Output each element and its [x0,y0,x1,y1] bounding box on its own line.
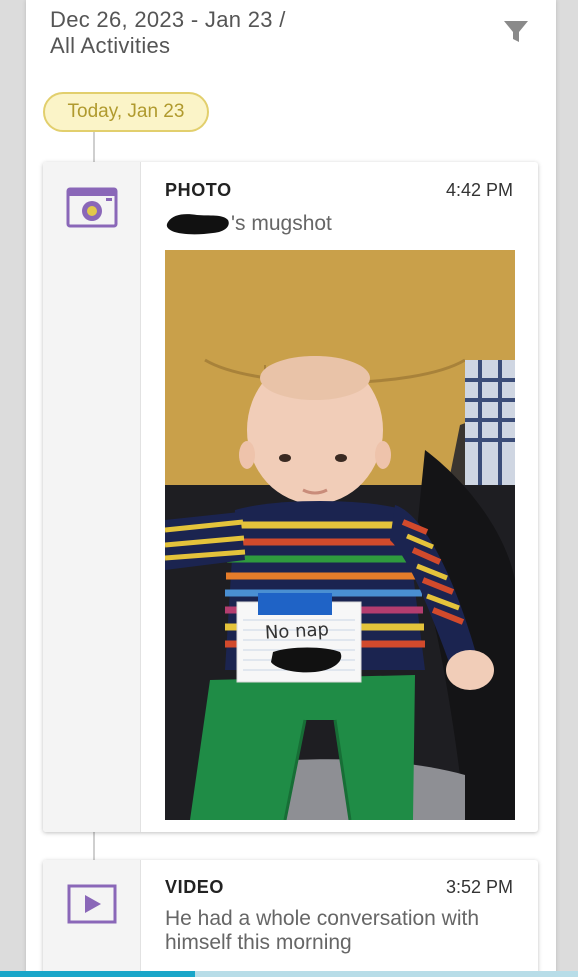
baby-photo-illustration: No nap [165,250,515,820]
activity-filter-label[interactable]: All Activities [50,33,530,59]
bottom-progress-fill [0,971,195,977]
date-range-label[interactable]: Dec 26, 2023 - Jan 23 / [50,7,530,33]
filter-icon[interactable] [502,17,530,45]
camera-icon [66,187,118,228]
activity-type: PHOTO [165,180,232,200]
date-pill: Today, Jan 23 [43,92,209,132]
activity-photo[interactable]: No nap [165,250,515,820]
name-card-text: No nap [264,619,329,643]
video-play-icon [67,884,117,924]
activity-description: 's mugshot [165,210,518,236]
activity-description-text: 's mugshot [231,212,332,235]
timeline-connector [93,132,95,162]
redaction-mark [166,214,229,235]
activity-description: He had a whole conversation with himself… [165,907,480,954]
activity-card-video[interactable]: VIDEO 3:52 PM He had a whole conversatio… [43,860,538,977]
activity-type: VIDEO [165,877,225,897]
feed-header: Dec 26, 2023 - Jan 23 / All Activities [50,7,530,59]
activity-time: 3:52 PM [445,877,513,897]
card-icon-column [43,162,141,832]
timeline-connector [93,832,95,860]
activity-feed-screen: Dec 26, 2023 - Jan 23 / All Activities T… [26,0,556,977]
activity-time: 4:42 PM [445,180,513,200]
card-icon-column [43,860,141,977]
bottom-progress-bar [0,971,578,977]
activity-card-photo[interactable]: PHOTO 4:42 PM 's mugshot No nap [43,162,538,832]
